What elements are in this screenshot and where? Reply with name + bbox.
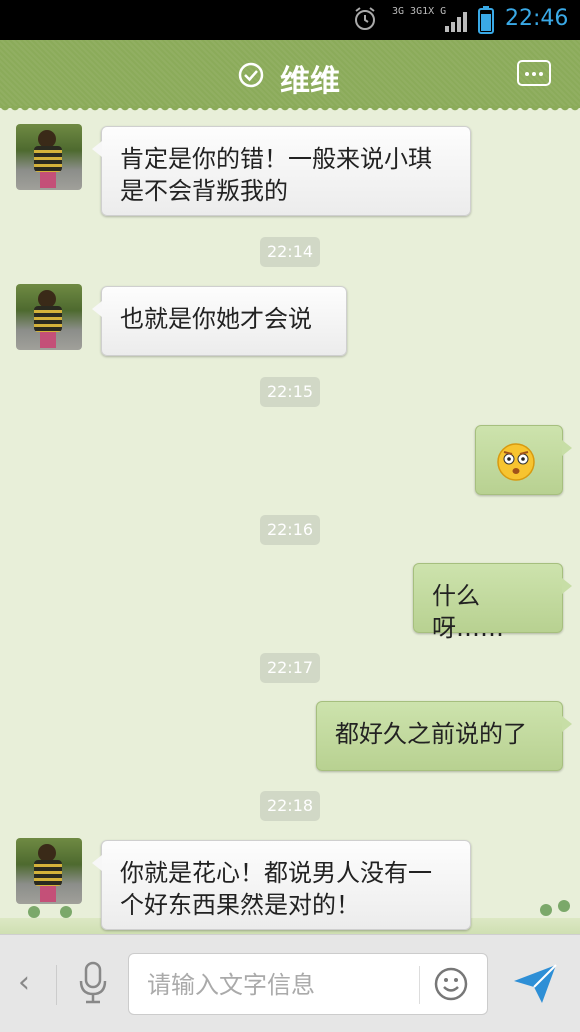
shocked-face-emoji bbox=[497, 443, 535, 481]
avatar[interactable] bbox=[16, 838, 82, 904]
message-bubble-received[interactable]: 你就是花心！都说男人没有一个好东西果然是对的！ bbox=[92, 840, 471, 930]
timestamp: 22:14 bbox=[260, 237, 320, 267]
message-bubble-sent[interactable]: 什么呀…… bbox=[413, 563, 572, 642]
message-text: 你就是花心！都说男人没有一个好东西果然是对的！ bbox=[120, 859, 432, 919]
signal-icon bbox=[445, 12, 467, 32]
message-text: 肯定是你的错！一般来说小琪是不会背叛我的 bbox=[120, 145, 432, 205]
timestamp: 22:17 bbox=[260, 653, 320, 683]
tree-decoration bbox=[28, 906, 40, 918]
message-bubble-received[interactable]: 也就是你她才会说 bbox=[92, 286, 347, 356]
contact-name: 维维 bbox=[280, 64, 340, 99]
message-bubble-received[interactable]: 肯定是你的错！一般来说小琪是不会背叛我的 bbox=[92, 126, 471, 216]
message-text: 也就是你她才会说 bbox=[120, 305, 312, 333]
divider bbox=[56, 965, 57, 1005]
alarm-icon bbox=[355, 7, 375, 30]
message-text: 什么呀…… bbox=[432, 582, 504, 642]
header-scallop-edge bbox=[0, 106, 580, 114]
input-bar: ‹ bbox=[0, 934, 580, 1032]
divider bbox=[419, 966, 420, 1004]
smiley-icon[interactable] bbox=[433, 966, 469, 1002]
message-bubble-sent[interactable]: 都好久之前说的了 bbox=[316, 701, 572, 771]
message-input[interactable] bbox=[145, 966, 419, 1004]
timestamp: 22:18 bbox=[260, 791, 320, 821]
timestamp: 22:15 bbox=[260, 377, 320, 407]
message-text: 都好久之前说的了 bbox=[335, 720, 527, 748]
back-chevron-icon[interactable]: ‹ bbox=[18, 965, 30, 1000]
avatar[interactable] bbox=[16, 284, 82, 350]
tree-decoration bbox=[558, 900, 570, 912]
tree-decoration bbox=[60, 906, 72, 918]
more-options-icon[interactable] bbox=[517, 60, 551, 86]
avatar[interactable] bbox=[16, 124, 82, 190]
chat-header: 维维 bbox=[0, 40, 580, 114]
tree-decoration bbox=[540, 904, 552, 916]
battery-icon bbox=[478, 6, 494, 34]
network-type-text: 3G 3G1X G bbox=[392, 6, 447, 17]
status-bar: 3G 3G1X G 22:46 bbox=[0, 0, 580, 40]
send-icon[interactable] bbox=[512, 963, 558, 1005]
status-time: 22:46 bbox=[505, 6, 569, 31]
microphone-icon[interactable] bbox=[76, 961, 110, 1005]
message-bubble-sent-emoji[interactable] bbox=[475, 425, 572, 495]
message-input-container bbox=[128, 953, 488, 1015]
timestamp: 22:16 bbox=[260, 515, 320, 545]
check-circle-icon bbox=[238, 62, 264, 88]
